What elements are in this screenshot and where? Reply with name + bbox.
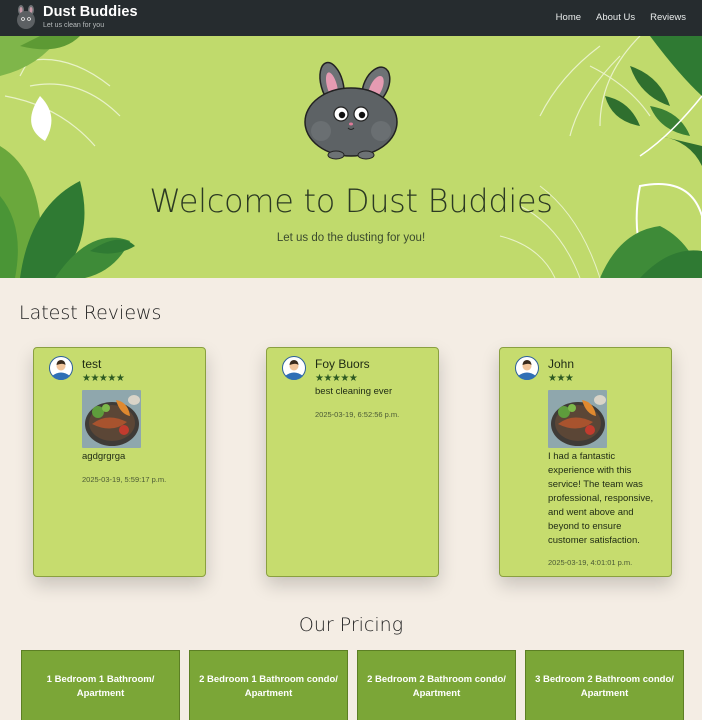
brand-tagline: Let us clean for you	[43, 22, 105, 29]
dust-bunny-mascot-image	[304, 61, 398, 160]
pricing-plan-title: 2 Bedroom 2 Bathroom condo/ Apartment	[367, 674, 506, 699]
star-rating: ★★★★★	[315, 373, 358, 384]
hero-banner: Welcome to Dust Buddies Let us do the du…	[0, 36, 702, 278]
hero-subtitle: Let us do the dusting for you!	[276, 232, 426, 244]
pricing-card[interactable]: 2 Bedroom 1 Bathroom condo/ Apartment	[189, 650, 348, 720]
nav-about-us[interactable]: About Us	[596, 12, 635, 23]
user-avatar-icon	[282, 356, 306, 380]
pricing-plan-title: 2 Bedroom 1 Bathroom condo/ Apartment	[199, 674, 338, 699]
food-photo-image[interactable]	[548, 390, 607, 448]
nav-home[interactable]: Home	[556, 12, 581, 23]
pricing-heading: Our Pricing	[298, 614, 404, 636]
food-photo-image[interactable]	[82, 390, 141, 448]
reviewer-name: John	[548, 357, 575, 371]
navbar: Dust Buddies Let us clean for you Home A…	[0, 0, 702, 36]
review-date: 2025-03-19, 6:52:56 p.m.	[315, 410, 400, 419]
review-card: test ★★★★★ agdgrgrga 2025-03-19, 5:59:17…	[33, 347, 206, 577]
pricing-plan-title: 1 Bedroom 1 Bathroom/ Apartment	[46, 674, 155, 699]
user-avatar-icon	[49, 356, 73, 380]
review-text: agdgrgrga	[82, 451, 126, 462]
star-rating: ★★★	[548, 373, 574, 384]
reviewer-name: test	[82, 357, 102, 371]
brand-title[interactable]: Dust Buddies	[43, 4, 138, 20]
review-card: Foy Buors ★★★★★ best cleaning ever 2025-…	[266, 347, 439, 577]
review-card: John ★★★ I had a fantastic experience wi…	[499, 347, 672, 577]
user-avatar-icon	[515, 356, 539, 380]
review-date: 2025-03-19, 4:01:01 p.m.	[548, 558, 633, 567]
pricing-card[interactable]: 3 Bedroom 2 Bathroom condo/ Apartment	[525, 650, 684, 720]
pricing-card[interactable]: 1 Bedroom 1 Bathroom/ Apartment	[21, 650, 180, 720]
pricing-plan-title: 3 Bedroom 2 Bathroom condo/ Apartment	[535, 674, 674, 699]
nav-reviews[interactable]: Reviews	[650, 12, 686, 23]
reviewer-name: Foy Buors	[315, 357, 370, 371]
review-text: best cleaning ever	[315, 386, 393, 397]
star-rating: ★★★★★	[82, 373, 125, 384]
hero-title: Welcome to Dust Buddies	[149, 182, 553, 220]
reviews-heading: Latest Reviews	[19, 302, 162, 324]
nav-links: Home About Us Reviews	[556, 12, 686, 23]
dust-bunny-logo-icon[interactable]	[12, 3, 40, 31]
pricing-card[interactable]: 2 Bedroom 2 Bathroom condo/ Apartment	[357, 650, 516, 720]
review-text: I had a fantastic experience with this s…	[548, 451, 654, 546]
review-date: 2025-03-19, 5:59:17 p.m.	[82, 475, 167, 484]
